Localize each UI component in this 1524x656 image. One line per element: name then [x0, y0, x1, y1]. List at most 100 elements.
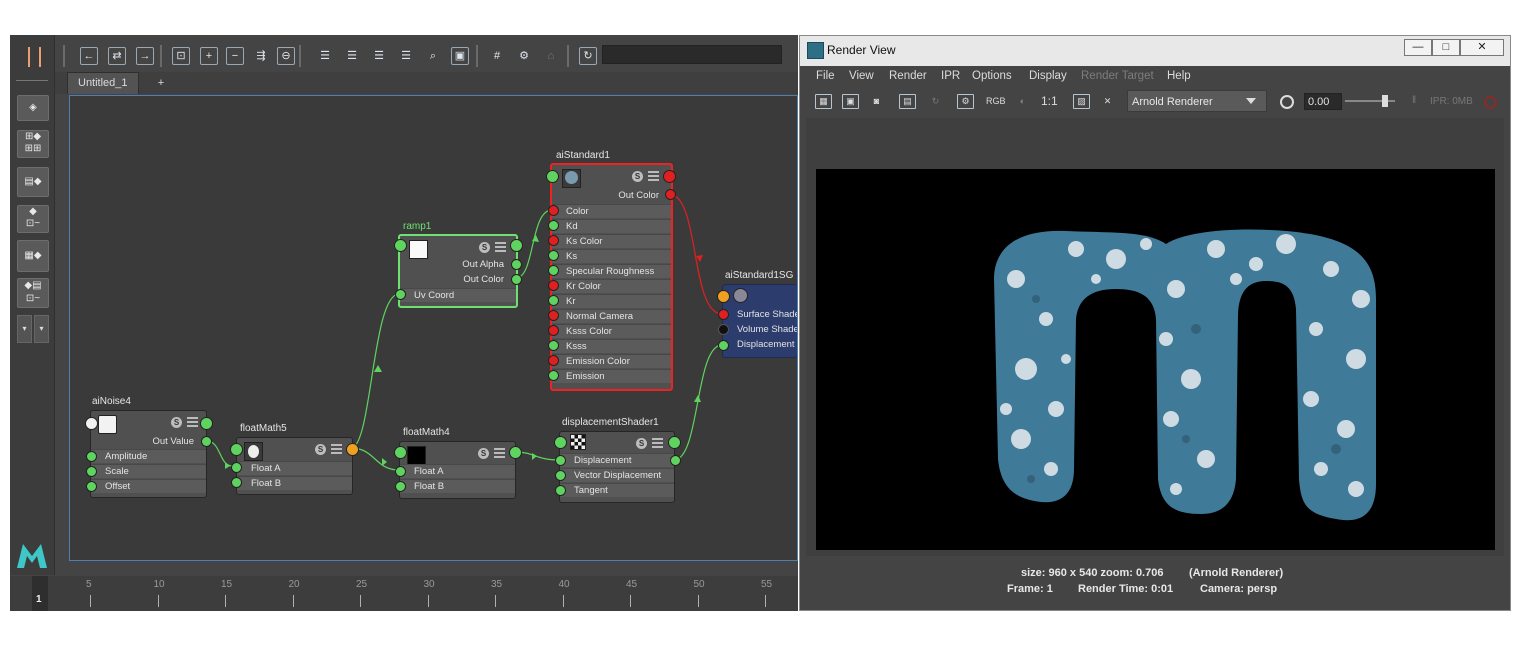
port-color[interactable]	[548, 205, 559, 216]
port-scale[interactable]	[86, 466, 97, 477]
node-swatch-toggle[interactable]: S	[479, 242, 490, 253]
menu-options[interactable]: Options	[972, 70, 1012, 82]
port-ks[interactable]	[548, 250, 559, 261]
node-menu-icon[interactable]	[331, 444, 342, 454]
port-in[interactable]	[554, 436, 567, 449]
port-out[interactable]	[346, 443, 359, 456]
menu-view[interactable]: View	[849, 70, 874, 82]
attr-surface-shader[interactable]: Surface Shader	[723, 308, 797, 322]
attr-kd[interactable]: Kd	[552, 219, 671, 233]
attr-volume-shader[interactable]: Volume Shader	[723, 323, 797, 337]
node-ramp1[interactable]: S Out Alpha Out Color Uv Coord	[398, 234, 518, 308]
port-out[interactable]	[200, 417, 213, 430]
attr-displacement-shader[interactable]: Displacement S	[723, 338, 797, 352]
port-out-color[interactable]	[665, 189, 676, 200]
node-swatch-toggle[interactable]: S	[478, 448, 489, 459]
attr-out-color[interactable]: Out Color	[400, 273, 516, 287]
port-out[interactable]	[668, 436, 681, 449]
renderer-dropdown[interactable]: Arnold Renderer	[1127, 90, 1267, 112]
close-button[interactable]: ✕	[1460, 39, 1504, 56]
port-in[interactable]	[394, 446, 407, 459]
port-displacement[interactable]	[555, 455, 566, 466]
node-aistandard1sg[interactable]: Surface Shader Volume Shader Displacemen…	[722, 284, 797, 358]
port-in[interactable]	[230, 443, 243, 456]
port-emission[interactable]	[548, 370, 559, 381]
menu-display[interactable]: Display	[1029, 70, 1067, 82]
port-displacement-out[interactable]	[670, 455, 681, 466]
port-ksss[interactable]	[548, 340, 559, 351]
snapshot-icon[interactable]: ◙	[868, 94, 885, 109]
render-settings-icon[interactable]: ⚙	[957, 94, 974, 109]
node-menu-icon[interactable]	[494, 448, 505, 458]
minimize-button[interactable]: —	[1404, 39, 1432, 56]
port-in[interactable]	[546, 170, 559, 183]
port-out[interactable]	[510, 239, 523, 252]
keep-image-icon[interactable]: ▨	[1073, 94, 1090, 109]
attr-scale[interactable]: Scale	[91, 464, 206, 478]
pause-ipr-icon[interactable]: ‖	[1412, 95, 1416, 106]
port-float-b[interactable]	[231, 477, 242, 488]
port-out-value[interactable]	[201, 436, 212, 447]
rendered-image[interactable]	[816, 169, 1495, 550]
node-menu-icon[interactable]	[648, 171, 659, 181]
node-menu-icon[interactable]	[495, 242, 506, 252]
port-out-alpha[interactable]	[511, 259, 522, 270]
real-size-button[interactable]: 1:1	[1041, 94, 1058, 108]
port-out[interactable]	[509, 446, 522, 459]
attr-normal-camera[interactable]: Normal Camera	[552, 309, 671, 323]
menu-help[interactable]: Help	[1167, 70, 1191, 82]
port-in[interactable]	[394, 239, 407, 252]
time-slider[interactable]: 1 5 10 15 20 25 30 35 40 45 50 55	[10, 576, 798, 611]
port-out-color[interactable]	[511, 274, 522, 285]
port-normal-camera[interactable]	[548, 310, 559, 321]
node-swatch-toggle[interactable]: S	[315, 444, 326, 455]
attr-kr[interactable]: Kr	[552, 294, 671, 308]
attr-color[interactable]: Color	[552, 204, 671, 218]
menu-render[interactable]: Render	[889, 70, 927, 82]
alpha-channel-icon[interactable]: ◐	[1014, 94, 1031, 109]
attr-float-a[interactable]: Float A	[237, 461, 352, 475]
attr-emission-color[interactable]: Emission Color	[552, 354, 671, 368]
maximize-button[interactable]: □	[1432, 39, 1460, 56]
node-swatch-toggle[interactable]: S	[632, 171, 643, 182]
attr-float-a[interactable]: Float A	[400, 464, 515, 478]
port-vector-displacement[interactable]	[555, 470, 566, 481]
node-floatmath5[interactable]: S Float A Float B	[236, 437, 353, 495]
menu-ipr[interactable]: IPR	[941, 70, 960, 82]
port-float-b[interactable]	[395, 481, 406, 492]
node-ainoise4[interactable]: S Out Value Amplitude Scale Offset	[90, 410, 207, 498]
stop-render-icon[interactable]	[1484, 96, 1497, 109]
exposure-slider-handle[interactable]	[1382, 95, 1388, 107]
attr-float-b[interactable]: Float B	[237, 476, 352, 490]
attr-displacement[interactable]: Displacement	[560, 453, 674, 467]
attr-offset[interactable]: Offset	[91, 479, 206, 493]
port-volume-shader[interactable]	[718, 324, 729, 335]
attr-uv-coord[interactable]: Uv Coord	[400, 288, 516, 302]
current-frame-marker[interactable]: 1	[32, 576, 48, 611]
attr-ks[interactable]: Ks	[552, 249, 671, 263]
attr-vector-displacement[interactable]: Vector Displacement	[560, 468, 674, 482]
attr-emission[interactable]: Emission	[552, 369, 671, 383]
port-kd[interactable]	[548, 220, 559, 231]
port-in[interactable]	[717, 290, 730, 303]
port-uv-coord[interactable]	[395, 289, 406, 300]
node-floatmath4[interactable]: S Float A Float B	[399, 441, 516, 499]
exposure-icon[interactable]	[1280, 95, 1294, 109]
attr-float-b[interactable]: Float B	[400, 479, 515, 493]
port-kr[interactable]	[548, 295, 559, 306]
node-aistandard1[interactable]: S Out Color Color Kd Ks Color Ks Specula…	[550, 163, 673, 391]
ipr-render-icon[interactable]: ▤	[899, 94, 916, 109]
attr-out-alpha[interactable]: Out Alpha	[400, 258, 516, 272]
port-out[interactable]	[663, 170, 676, 183]
port-float-a[interactable]	[231, 462, 242, 473]
node-displacementshader1[interactable]: S Displacement Vector Displacement Tange…	[559, 431, 675, 503]
port-offset[interactable]	[86, 481, 97, 492]
attr-ks-color[interactable]: Ks Color	[552, 234, 671, 248]
attr-ksss-color[interactable]: Ksss Color	[552, 324, 671, 338]
render-region-icon[interactable]: ▣	[842, 94, 859, 109]
node-menu-icon[interactable]	[187, 417, 198, 427]
port-specular-roughness[interactable]	[548, 265, 559, 276]
attr-ksss[interactable]: Ksss	[552, 339, 671, 353]
node-swatch-toggle[interactable]: S	[171, 417, 182, 428]
port-float-a[interactable]	[395, 466, 406, 477]
